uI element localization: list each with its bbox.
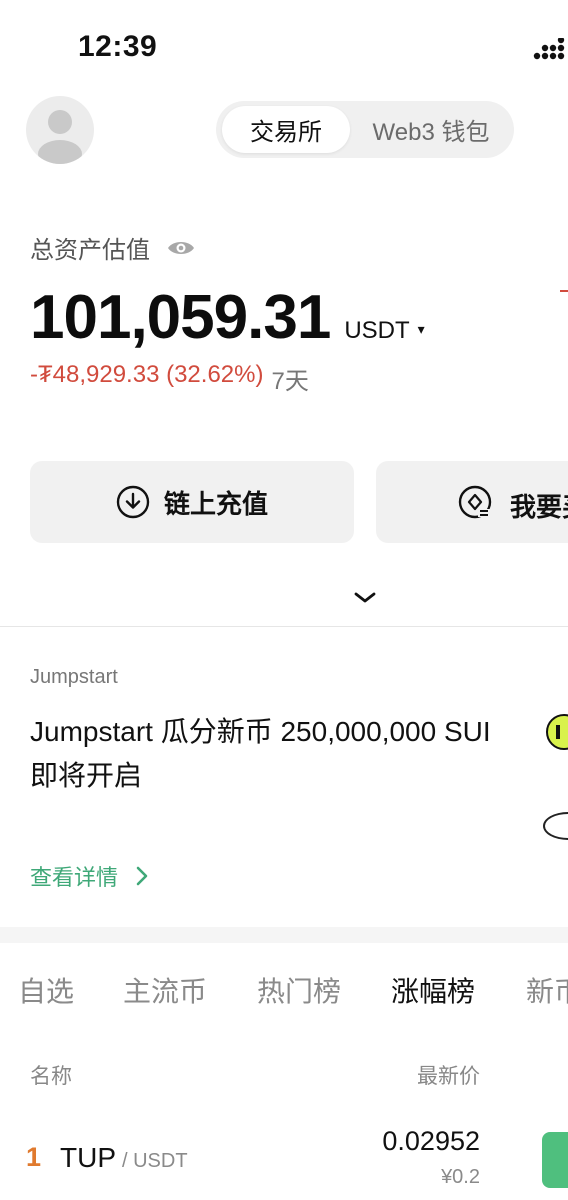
- balance-row: 101,059.31 USDT ▾: [30, 282, 425, 353]
- status-time: 12:39: [78, 30, 158, 63]
- buy-label: 我要买: [510, 492, 568, 522]
- pnl-row: -₮48,929.33 (32.62%) 7天: [30, 361, 309, 396]
- quote-pair: / USDT: [122, 1150, 188, 1172]
- onchain-deposit-button[interactable]: 链上充值: [30, 461, 354, 543]
- market-tabs: 自选 主流币 热门榜 涨幅榜 新币: [0, 970, 568, 1020]
- currency-selector[interactable]: USDT: [344, 317, 409, 345]
- caret-down-icon[interactable]: ▾: [418, 321, 425, 338]
- coin-symbol: TUP: [60, 1142, 116, 1173]
- jumpstart-title[interactable]: Jumpstart 瓜分新币 250,000,000 SUI 即将开启: [30, 710, 500, 798]
- user-avatar-icon[interactable]: [26, 96, 94, 164]
- account-mode-switch: 交易所 Web3 钱包: [216, 101, 514, 158]
- tab-favorites[interactable]: 自选: [18, 970, 74, 1010]
- section-gap: [0, 927, 568, 943]
- eye-icon[interactable]: [166, 238, 196, 258]
- pnl-period: 7天: [271, 368, 309, 395]
- deposit-label: 链上充值: [163, 488, 268, 519]
- pnl-value: -₮48,929.33 (32.62%): [30, 361, 264, 388]
- divider: [0, 626, 568, 627]
- column-header-price[interactable]: 最新价: [417, 1060, 480, 1090]
- tab-new-coins[interactable]: 新币: [526, 970, 568, 1010]
- tab-hot-list[interactable]: 热门榜: [257, 970, 341, 1010]
- total-assets-label: 总资产估值: [30, 237, 150, 264]
- jumpstart-tag: Jumpstart: [30, 666, 118, 688]
- buy-crypto-button[interactable]: 我要买: [376, 461, 568, 543]
- last-price: 0.02952: [382, 1126, 480, 1156]
- coin-illustration-icon: [546, 714, 568, 750]
- price-cny: ¥0.2: [441, 1166, 480, 1188]
- column-header-name[interactable]: 名称: [30, 1060, 72, 1090]
- view-details-label: 查看详情: [30, 865, 119, 890]
- view-details-link[interactable]: 查看详情: [30, 860, 148, 892]
- tab-exchange[interactable]: 交易所: [222, 106, 350, 153]
- tab-major-coins[interactable]: 主流币: [123, 970, 207, 1010]
- status-bar: 12:39: [0, 0, 568, 90]
- chevron-right-icon: [136, 866, 148, 886]
- ring-illustration-icon: [543, 812, 568, 840]
- sparkline-edge: [560, 290, 568, 292]
- table-row[interactable]: 1 TUP / USDT 0.02952 ¥0.2: [0, 1120, 568, 1200]
- change-badge[interactable]: [542, 1132, 568, 1188]
- exchange-home-screen: 12:39 交易所 Web3 钱包 总资产估值 101,059.31 USDT …: [0, 0, 568, 1200]
- tab-top-gainers[interactable]: 涨幅榜: [391, 970, 475, 1010]
- chevron-down-icon[interactable]: [352, 588, 378, 606]
- total-balance: 101,059.31: [30, 283, 331, 352]
- download-icon: [116, 485, 150, 519]
- tab-web3-wallet[interactable]: Web3 钱包: [354, 106, 508, 153]
- buy-coin-icon: [458, 485, 492, 519]
- asset-label-row: 总资产估值: [30, 230, 196, 265]
- signal-dots-icon: [533, 38, 565, 60]
- rank-number: 1: [26, 1142, 42, 1172]
